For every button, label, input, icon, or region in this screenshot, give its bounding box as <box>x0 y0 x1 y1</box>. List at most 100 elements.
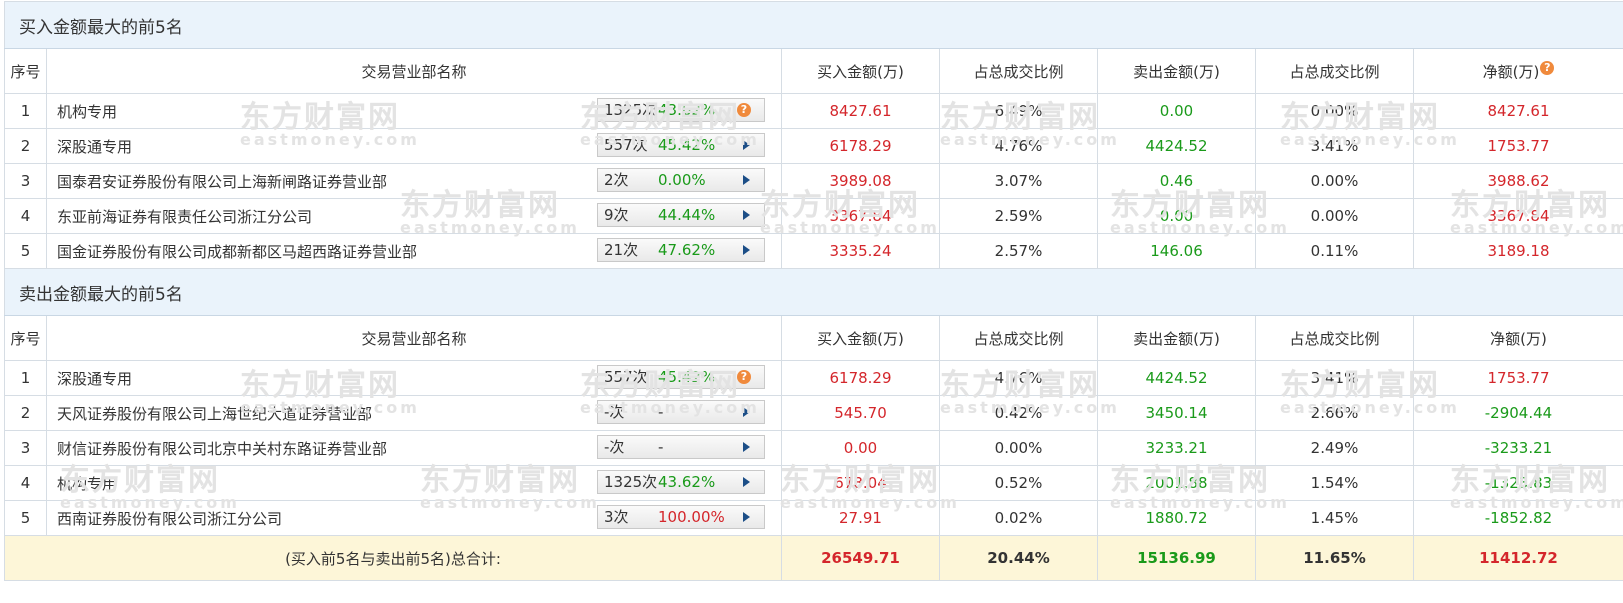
sell-amount: 146.06 <box>1097 233 1256 269</box>
net-amount: -2904.44 <box>1413 395 1623 431</box>
row-index: 5 <box>4 233 47 269</box>
broker-stats-box[interactable]: 21次 47.62% <box>597 238 765 262</box>
table-row: 4 东亚前海证券有限责任公司浙江分公司 9次 44.44% 3367.84 2.59% 0.… <box>4 198 1623 234</box>
question-icon[interactable]: ? <box>737 370 751 384</box>
sell-amount: 4424.52 <box>1097 128 1256 164</box>
sell-ratio: 3.41% <box>1255 128 1414 164</box>
question-icon[interactable]: ? <box>1540 60 1555 75</box>
broker-name[interactable]: 西南证券股份有限公司浙江分公司 <box>57 508 282 529</box>
row-index: 5 <box>4 500 47 536</box>
broker-name[interactable]: 机构专用 <box>57 101 117 122</box>
column-header: 买入金额(万) <box>781 315 940 361</box>
table-row: 1 深股通专用 557次 45.42%? 6178.29 4.76% 4424.52 3.41… <box>4 360 1623 396</box>
section-title: 卖出金额最大的前5名 <box>4 268 1623 316</box>
broker-stats-box[interactable]: 3次 100.00% <box>597 505 765 529</box>
arrow-right-icon[interactable] <box>743 442 750 452</box>
buy-ratio: 2.59% <box>939 198 1098 234</box>
net-amount: -1852.82 <box>1413 500 1623 536</box>
row-index: 2 <box>4 395 47 431</box>
buy-amount: 3335.24 <box>781 233 940 269</box>
sell-amount: 1880.72 <box>1097 500 1256 536</box>
win-rate: - <box>658 403 664 421</box>
column-header: 占总成交比例 <box>939 48 1098 94</box>
table-row: 1 机构专用 1325次 43.62%? 8427.61 6.49% 0.00 0.00% 84… <box>4 93 1623 129</box>
broker-name[interactable]: 财信证券股份有限公司北京中关村东路证券营业部 <box>57 438 387 459</box>
column-header: 净额(万)? <box>1413 48 1623 94</box>
arrow-right-icon[interactable] <box>743 512 750 522</box>
sell-ratio: 2.66% <box>1255 395 1414 431</box>
broker-name[interactable]: 国金证券股份有限公司成都新都区马超西路证券营业部 <box>57 241 417 262</box>
sell-amount: 0.00 <box>1097 93 1256 129</box>
broker-stats-box[interactable]: 557次 45.42%? <box>597 365 765 389</box>
total-sell: 15136.99 <box>1097 535 1256 581</box>
column-header: 卖出金额(万) <box>1097 48 1256 94</box>
broker-name[interactable]: 天风证券股份有限公司上海世纪大道证券营业部 <box>57 403 372 424</box>
broker-cell: 深股通专用 557次 45.42% <box>46 128 782 164</box>
net-amount: 8427.61 <box>1413 93 1623 129</box>
broker-stats-box[interactable]: -次 - <box>597 400 765 424</box>
broker-cell: 西南证券股份有限公司浙江分公司 3次 100.00% <box>46 500 782 536</box>
times-count: 557次 <box>604 368 648 386</box>
times-count: 1325次 <box>604 101 658 119</box>
sell-amount: 3233.21 <box>1097 430 1256 466</box>
sell-ratio: 1.54% <box>1255 465 1414 501</box>
net-amount: 3189.18 <box>1413 233 1623 269</box>
broker-stats-box[interactable]: 1325次 43.62%? <box>597 98 765 122</box>
sell-ratio: 1.45% <box>1255 500 1414 536</box>
broker-name[interactable]: 国泰君安证券股份有限公司上海新闸路证券营业部 <box>57 171 387 192</box>
buy-ratio: 4.76% <box>939 128 1098 164</box>
buy-ratio: 3.07% <box>939 163 1098 199</box>
sell-amount: 2001.88 <box>1097 465 1256 501</box>
arrow-right-icon[interactable] <box>743 477 750 487</box>
sell-ratio: 0.00% <box>1255 93 1414 129</box>
broker-cell: 机构专用 1325次 43.62% <box>46 465 782 501</box>
table-row: 2 深股通专用 557次 45.42% 6178.29 4.76% 4424.52 3.41%… <box>4 128 1623 164</box>
net-amount: -3233.21 <box>1413 430 1623 466</box>
buy-amount: 545.70 <box>781 395 940 431</box>
buy-ratio: 0.02% <box>939 500 1098 536</box>
win-rate: 45.42% <box>658 368 716 386</box>
row-index: 4 <box>4 465 47 501</box>
column-header: 交易营业部名称 <box>46 315 782 361</box>
broker-stats-box[interactable]: -次 - <box>597 435 765 459</box>
broker-name[interactable]: 东亚前海证券有限责任公司浙江分公司 <box>57 206 312 227</box>
arrow-right-icon[interactable] <box>743 175 750 185</box>
buy-amount: 6178.29 <box>781 360 940 396</box>
net-amount: -1323.83 <box>1413 465 1623 501</box>
broker-name[interactable]: 深股通专用 <box>57 136 132 157</box>
broker-table: 买入金额最大的前5名 序号 交易营业部名称 买入金额(万) 占总成交比例 卖出金额(万) 占… <box>4 1 1623 581</box>
buy-amount: 678.04 <box>781 465 940 501</box>
broker-stats-box[interactable]: 557次 45.42% <box>597 133 765 157</box>
total-buy-ratio: 20.44% <box>939 535 1098 581</box>
arrow-right-icon[interactable] <box>743 140 750 150</box>
broker-stats-box[interactable]: 9次 44.44% <box>597 203 765 227</box>
buy-ratio: 2.57% <box>939 233 1098 269</box>
buy-amount: 3367.84 <box>781 198 940 234</box>
column-header: 占总成交比例 <box>1255 315 1414 361</box>
buy-amount: 3989.08 <box>781 163 940 199</box>
total-buy: 26549.71 <box>781 535 940 581</box>
section-title: 买入金额最大的前5名 <box>4 1 1623 49</box>
question-icon[interactable]: ? <box>737 103 751 117</box>
times-count: -次 <box>604 438 625 456</box>
broker-name[interactable]: 机构专用 <box>57 473 117 494</box>
total-row: (买入前5名与卖出前5名)总合计: 26549.71 20.44% 15136.99 1… <box>4 535 1623 581</box>
broker-name[interactable]: 深股通专用 <box>57 368 132 389</box>
column-header: 序号 <box>4 48 47 94</box>
broker-stats-box[interactable]: 2次 0.00% <box>597 168 765 192</box>
column-header: 买入金额(万) <box>781 48 940 94</box>
total-sell-ratio: 11.65% <box>1255 535 1414 581</box>
net-amount: 3988.62 <box>1413 163 1623 199</box>
times-count: 1325次 <box>604 473 658 491</box>
row-index: 1 <box>4 93 47 129</box>
sell-ratio: 0.00% <box>1255 198 1414 234</box>
section-title-row: 卖出金额最大的前5名 <box>4 268 1623 316</box>
column-header: 占总成交比例 <box>939 315 1098 361</box>
broker-stats-box[interactable]: 1325次 43.62% <box>597 470 765 494</box>
column-header: 净额(万) <box>1413 315 1623 361</box>
times-count: -次 <box>604 403 625 421</box>
arrow-right-icon[interactable] <box>743 245 750 255</box>
arrow-right-icon[interactable] <box>743 407 750 417</box>
sell-ratio: 3.41% <box>1255 360 1414 396</box>
arrow-right-icon[interactable] <box>743 210 750 220</box>
